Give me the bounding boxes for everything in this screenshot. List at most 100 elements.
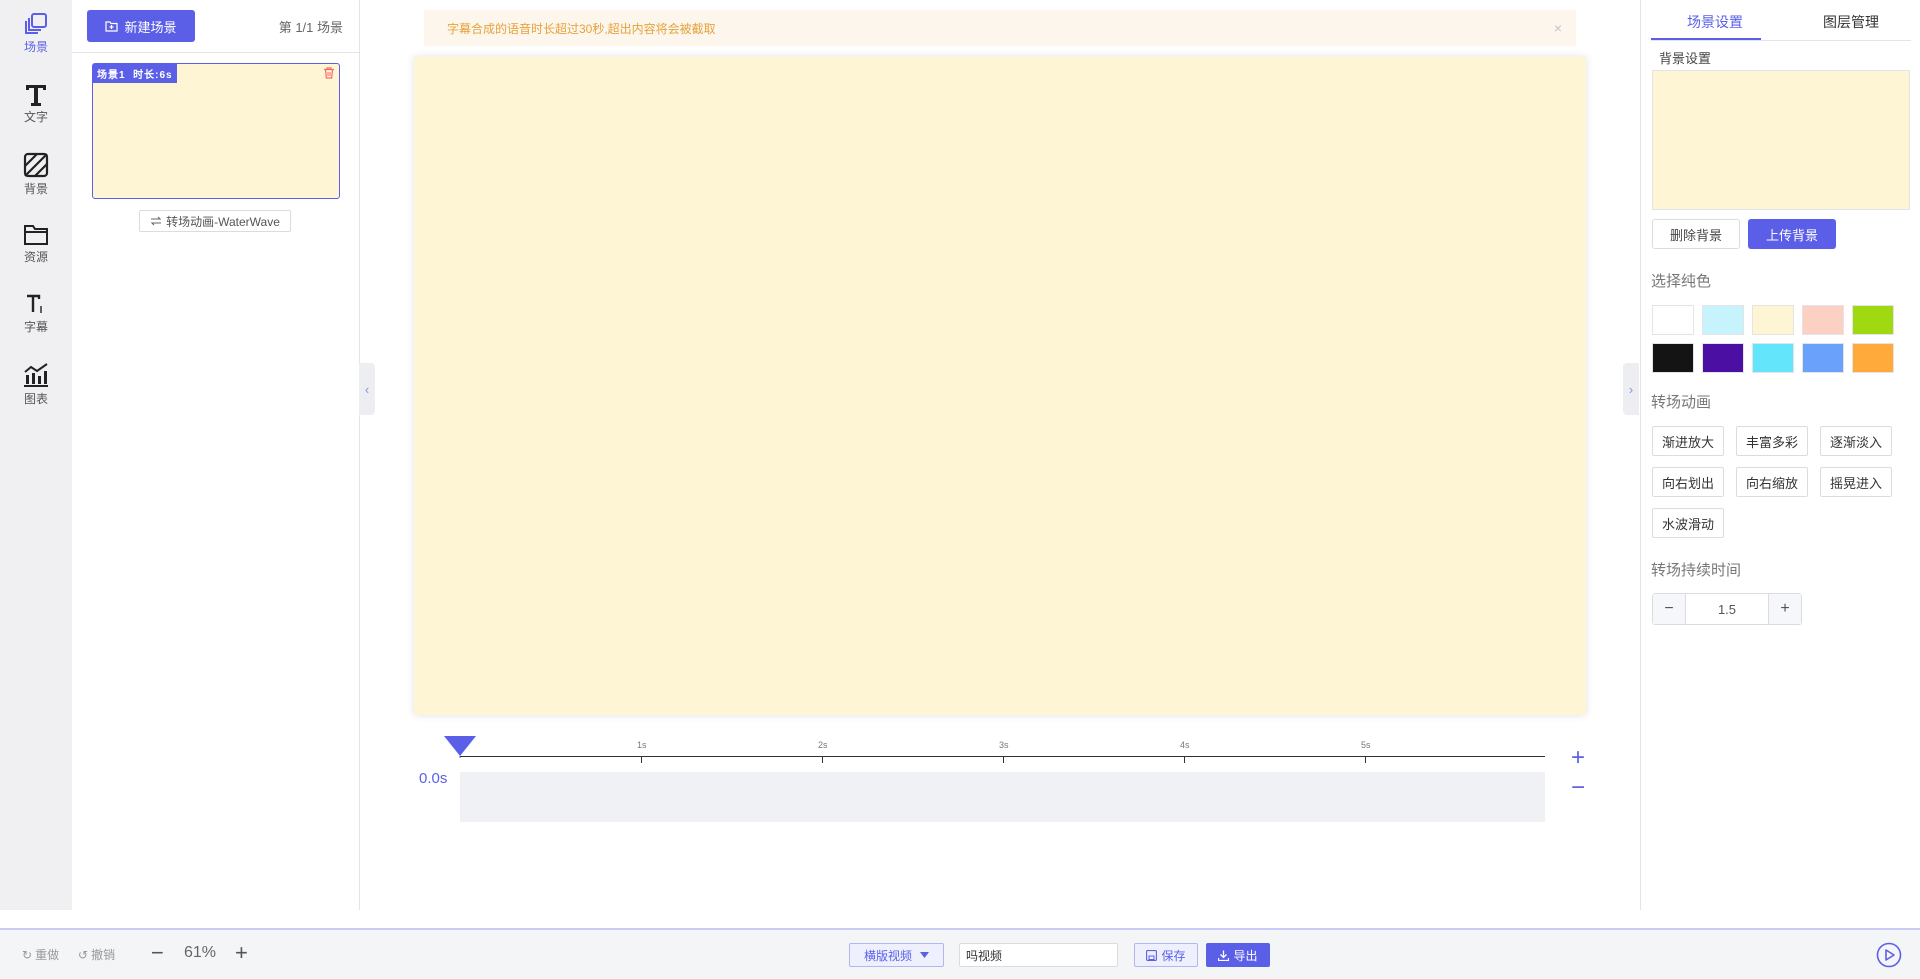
- download-icon: [1218, 950, 1230, 961]
- orientation-select[interactable]: 横版视频: [849, 943, 944, 967]
- zoom-out-button[interactable]: −: [151, 940, 164, 966]
- undo-icon: ↺: [78, 947, 89, 962]
- timeline-tick: [1184, 756, 1185, 763]
- scene-canvas[interactable]: [414, 57, 1586, 715]
- color-swatch[interactable]: [1702, 305, 1744, 335]
- increment-button[interactable]: +: [1768, 594, 1801, 624]
- rail-label-subtitles: 字幕: [23, 320, 48, 334]
- transition-duration-label: 转场持续时间: [1651, 562, 1742, 579]
- export-label: 导出: [1233, 948, 1258, 963]
- scene-transition-label: 转场动画-WaterWave: [166, 214, 280, 229]
- video-name-input[interactable]: [959, 943, 1118, 967]
- timeline-tick: [1003, 756, 1004, 763]
- duration-stepper[interactable]: − 1.5 +: [1652, 593, 1802, 625]
- timeline-tick-label: 4s: [1180, 740, 1190, 750]
- time-readout: 0.0s: [419, 770, 448, 787]
- timeline-tick-label: 3s: [999, 740, 1009, 750]
- scene-count: 第 1/1 场景: [278, 20, 343, 35]
- rail-label-charts: 图表: [23, 392, 48, 406]
- tool-rail: 场景 文字 背景 资源 字幕 图表: [0, 0, 72, 910]
- rail-item-scenes[interactable]: 场景: [0, 0, 72, 60]
- chevron-left-icon: ‹: [364, 381, 370, 397]
- zoom-in-button[interactable]: +: [235, 940, 248, 966]
- tab-layer-management[interactable]: 图层管理: [1823, 12, 1879, 32]
- color-swatch[interactable]: [1802, 305, 1844, 335]
- timeline-tick-label: 5s: [1361, 740, 1371, 750]
- add-folder-icon: [105, 21, 119, 32]
- decrement-button[interactable]: −: [1653, 594, 1686, 624]
- rail-item-charts[interactable]: 图表: [0, 350, 72, 410]
- folder-icon: [24, 225, 48, 245]
- anim-option[interactable]: 向右划出: [1652, 467, 1725, 497]
- rail-item-text[interactable]: 文字: [0, 70, 72, 130]
- solid-color-label: 选择纯色: [1651, 273, 1712, 290]
- timeline-tick: [641, 756, 642, 763]
- new-scene-label: 新建场景: [124, 19, 177, 35]
- anim-option[interactable]: 逐渐淡入: [1820, 426, 1893, 456]
- settings-panel: 场景设置 图层管理 背景设置 删除背景 上传背景 选择纯色 转场动画 渐进放大 …: [1640, 0, 1920, 910]
- anim-option[interactable]: 水波滑动: [1652, 508, 1725, 538]
- timeline-track[interactable]: [460, 772, 1545, 822]
- playhead-marker[interactable]: [444, 736, 476, 758]
- orientation-value: 横版视频: [863, 948, 912, 963]
- color-swatch[interactable]: [1702, 343, 1744, 373]
- rail-label-text: 文字: [23, 110, 48, 124]
- upload-background-button[interactable]: 上传背景: [1748, 219, 1836, 249]
- background-preview: [1652, 70, 1910, 210]
- color-swatch[interactable]: [1752, 343, 1794, 373]
- undo-button[interactable]: ↺ 撤销: [78, 930, 115, 979]
- scene-transition-chip[interactable]: 转场动画-WaterWave: [139, 210, 291, 232]
- scene-panel: 新建场景 第 1/1 场景 场景1 时长:6s 转场动画-WaterWave: [72, 0, 360, 910]
- redo-button[interactable]: ↻ 重做: [22, 930, 59, 979]
- transition-animation-label: 转场动画: [1651, 394, 1712, 411]
- color-swatch[interactable]: [1752, 305, 1794, 335]
- text-icon: [26, 85, 46, 106]
- layers-icon: [25, 13, 47, 34]
- rail-label-background: 背景: [23, 182, 48, 196]
- tab-scene-settings[interactable]: 场景设置: [1687, 12, 1743, 32]
- swap-icon: [150, 216, 162, 226]
- duration-value[interactable]: 1.5: [1686, 594, 1768, 624]
- warning-notice: 字幕合成的语音时长超过30秒,超出内容将会被截取 ×: [424, 10, 1576, 46]
- scene-card[interactable]: 场景1 时长:6s: [92, 63, 340, 199]
- anim-option[interactable]: 渐进放大: [1652, 426, 1725, 456]
- export-button[interactable]: 导出: [1206, 943, 1270, 967]
- subtitle-icon: [27, 294, 42, 313]
- anim-option[interactable]: 向右缩放: [1736, 467, 1809, 497]
- timeline-zoom-out-button[interactable]: −: [1571, 776, 1585, 800]
- color-swatch[interactable]: [1852, 305, 1894, 335]
- redo-icon: ↻: [22, 947, 33, 962]
- close-icon[interactable]: ×: [1554, 20, 1562, 36]
- caret-down-icon: [920, 952, 929, 958]
- anim-option[interactable]: 丰富多彩: [1736, 426, 1809, 456]
- rail-item-background[interactable]: 背景: [0, 140, 72, 200]
- redo-label: 重做: [35, 948, 60, 962]
- timeline-tick-label: 2s: [818, 740, 828, 750]
- timeline-zoom-in-button[interactable]: +: [1571, 746, 1585, 770]
- play-icon[interactable]: [1876, 942, 1902, 968]
- save-button[interactable]: 保存: [1134, 943, 1198, 967]
- rail-item-subtitles[interactable]: 字幕: [0, 280, 72, 340]
- background-icon: [23, 152, 49, 178]
- rail-item-resources[interactable]: 资源: [0, 210, 72, 270]
- timeline-tick-label: 1s: [637, 740, 647, 750]
- chevron-right-icon: ›: [1628, 381, 1634, 397]
- rail-label-resources: 资源: [23, 250, 48, 264]
- rail-label-scenes: 场景: [23, 40, 48, 54]
- scene-card-tag: 场景1 时长:6s: [93, 64, 177, 83]
- anim-option[interactable]: 摇晃进入: [1820, 467, 1893, 497]
- collapse-left-handle[interactable]: ‹: [359, 363, 375, 415]
- divider: [72, 52, 359, 53]
- delete-background-button[interactable]: 删除背景: [1652, 219, 1740, 249]
- timeline-tick: [822, 756, 823, 763]
- background-settings-label: 背景设置: [1659, 51, 1712, 66]
- color-swatch[interactable]: [1802, 343, 1844, 373]
- color-swatch[interactable]: [1852, 343, 1894, 373]
- timeline-tick: [1365, 756, 1366, 763]
- color-swatch[interactable]: [1652, 305, 1694, 335]
- trash-icon[interactable]: [323, 67, 335, 79]
- new-scene-button[interactable]: 新建场景: [87, 10, 195, 42]
- collapse-right-handle[interactable]: ›: [1623, 363, 1639, 415]
- color-swatch[interactable]: [1652, 343, 1694, 373]
- settings-tabs: 场景设置 图层管理: [1651, 0, 1911, 41]
